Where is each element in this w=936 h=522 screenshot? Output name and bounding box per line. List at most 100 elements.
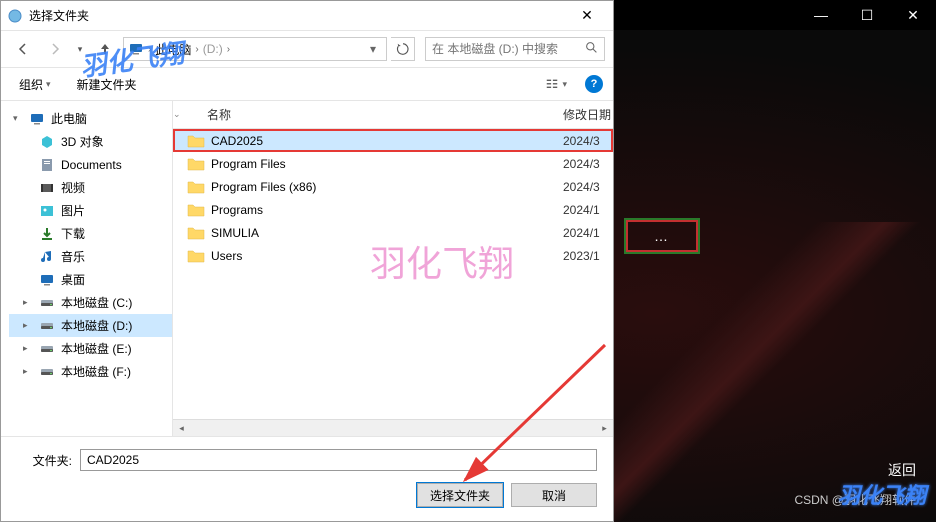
folder-date: 2024/3 bbox=[563, 180, 613, 194]
sidebar-item-10[interactable]: ▸ 本地磁盘 (F:) bbox=[9, 360, 172, 383]
file-list[interactable]: CAD20252024/3Program Files2024/3Program … bbox=[173, 129, 613, 419]
folder-date: 2024/3 bbox=[563, 134, 613, 148]
tree-item-label: 本地磁盘 (C:) bbox=[61, 294, 132, 311]
sidebar-item-4[interactable]: 下载 bbox=[9, 222, 172, 245]
breadcrumb-drive-partial[interactable]: (D:) bbox=[203, 42, 223, 56]
refresh-button[interactable] bbox=[391, 37, 415, 61]
tree-item-label: 桌面 bbox=[61, 271, 85, 288]
select-folder-button[interactable]: 选择文件夹 bbox=[417, 483, 503, 507]
toolbar: 组织 ▾ 新建文件夹 ▾ ? bbox=[1, 67, 613, 101]
search-input[interactable] bbox=[432, 42, 585, 56]
folder-row[interactable]: Users2023/1 bbox=[173, 244, 613, 267]
scroll-left-button[interactable]: ◂ bbox=[173, 420, 190, 437]
column-date[interactable]: 修改日期 bbox=[563, 106, 613, 123]
folder-name: Program Files bbox=[211, 157, 563, 171]
music-icon bbox=[39, 249, 55, 265]
folder-name-input[interactable] bbox=[80, 449, 597, 471]
folder-date: 2023/1 bbox=[563, 249, 613, 263]
tree-item-label: 3D 对象 bbox=[61, 133, 104, 150]
search-box[interactable] bbox=[425, 37, 605, 61]
sidebar-tree[interactable]: ▾ 此电脑 3D 对象 Documents 视频图片下载音乐桌面 ▸ 本地磁盘 (C:)… bbox=[1, 101, 173, 436]
organize-button[interactable]: 组织 ▾ bbox=[11, 72, 59, 97]
folder-name: Programs bbox=[211, 203, 563, 217]
column-headers[interactable]: ⌄ 名称 修改日期 bbox=[173, 101, 613, 129]
sidebar-item-8[interactable]: ▸ 本地磁盘 (D:) bbox=[9, 314, 172, 337]
browse-button[interactable]: … bbox=[626, 220, 698, 252]
tree-root-this-pc[interactable]: ▾ 此电脑 bbox=[9, 107, 172, 130]
scroll-right-button[interactable]: ▸ bbox=[596, 420, 613, 437]
nav-forward-button[interactable] bbox=[41, 35, 69, 63]
folder-picker-dialog: 选择文件夹 ✕ ▾ › 此电脑 › (D:) › ▾ 组织 ▾ 新建文件夹 ▾ … bbox=[0, 0, 614, 522]
tree-item-label: 本地磁盘 (F:) bbox=[61, 363, 131, 380]
address-dropdown-button[interactable]: ▾ bbox=[364, 42, 382, 56]
folder-date: 2024/3 bbox=[563, 157, 613, 171]
folder-date: 2024/1 bbox=[563, 203, 613, 217]
folder-row[interactable]: Program Files (x86)2024/3 bbox=[173, 175, 613, 198]
dialog-titlebar: 选择文件夹 ✕ bbox=[1, 1, 613, 31]
dl-icon bbox=[39, 226, 55, 242]
bg-maximize-button[interactable]: ☐ bbox=[844, 0, 890, 30]
folder-icon bbox=[187, 225, 205, 241]
dialog-title: 选择文件夹 bbox=[29, 7, 567, 24]
sidebar-item-1[interactable]: Documents bbox=[9, 153, 172, 176]
folder-name: SIMULIA bbox=[211, 226, 563, 240]
folder-date: 2024/1 bbox=[563, 226, 613, 240]
tree-item-label: 视频 bbox=[61, 179, 85, 196]
breadcrumb-pc[interactable]: 此电脑 bbox=[155, 41, 191, 58]
tree-item-label: Documents bbox=[61, 158, 122, 172]
sidebar-item-2[interactable]: 视频 bbox=[9, 176, 172, 199]
new-folder-button[interactable]: 新建文件夹 bbox=[69, 72, 145, 97]
sidebar-item-0[interactable]: 3D 对象 bbox=[9, 130, 172, 153]
tree-item-label: 下载 bbox=[61, 225, 85, 242]
search-icon bbox=[585, 41, 598, 57]
folder-row[interactable]: Program Files2024/3 bbox=[173, 152, 613, 175]
sidebar-item-6[interactable]: 桌面 bbox=[9, 268, 172, 291]
tree-item-label: 音乐 bbox=[61, 248, 85, 265]
dialog-footer: 文件夹: 选择文件夹 取消 bbox=[1, 436, 613, 521]
disk-icon bbox=[39, 318, 55, 334]
address-bar[interactable]: › 此电脑 › (D:) › ▾ bbox=[123, 37, 387, 61]
chevron-icon: ▸ bbox=[23, 297, 33, 308]
tree-item-label: 本地磁盘 (D:) bbox=[61, 317, 132, 334]
chevron-icon: ⌄ bbox=[173, 109, 187, 120]
help-button[interactable]: ? bbox=[585, 75, 603, 93]
return-label[interactable]: 返回 bbox=[888, 460, 916, 480]
pic-icon bbox=[39, 203, 55, 219]
cancel-button[interactable]: 取消 bbox=[511, 483, 597, 507]
bg-close-button[interactable]: ✕ bbox=[890, 0, 936, 30]
folder-row[interactable]: CAD20252024/3 bbox=[173, 129, 613, 152]
chevron-icon: ▸ bbox=[23, 320, 33, 331]
bg-minimize-button[interactable]: — bbox=[798, 0, 844, 30]
folder-icon bbox=[187, 156, 205, 172]
folder-name: CAD2025 bbox=[211, 134, 563, 148]
folder-row[interactable]: SIMULIA2024/1 bbox=[173, 221, 613, 244]
sidebar-item-7[interactable]: ▸ 本地磁盘 (C:) bbox=[9, 291, 172, 314]
dialog-close-button[interactable]: ✕ bbox=[567, 7, 607, 24]
doc-icon bbox=[39, 157, 55, 173]
disk-icon bbox=[39, 295, 55, 311]
column-name[interactable]: 名称 bbox=[187, 106, 563, 123]
scroll-track[interactable] bbox=[190, 420, 596, 437]
pc-icon bbox=[29, 111, 45, 127]
view-button[interactable]: ▾ bbox=[537, 73, 575, 95]
horizontal-scrollbar[interactable]: ◂ ▸ bbox=[173, 419, 613, 436]
disk-icon bbox=[39, 341, 55, 357]
sidebar-item-5[interactable]: 音乐 bbox=[9, 245, 172, 268]
chevron-right-icon: › bbox=[148, 44, 151, 55]
nav-up-button[interactable] bbox=[91, 35, 119, 63]
folder-icon bbox=[187, 248, 205, 264]
folder-icon bbox=[187, 179, 205, 195]
nav-back-button[interactable] bbox=[9, 35, 37, 63]
3d-icon bbox=[39, 134, 55, 150]
desk-icon bbox=[39, 272, 55, 288]
chevron-icon: ▸ bbox=[23, 366, 33, 377]
sidebar-item-9[interactable]: ▸本地磁盘 (E:) bbox=[9, 337, 172, 360]
pc-icon bbox=[128, 41, 144, 57]
tree-item-label: 本地磁盘 (E:) bbox=[61, 340, 132, 357]
app-icon bbox=[7, 8, 23, 24]
folder-name: Users bbox=[211, 249, 563, 263]
folder-row[interactable]: Programs2024/1 bbox=[173, 198, 613, 221]
sidebar-item-3[interactable]: 图片 bbox=[9, 199, 172, 222]
tree-item-label: 图片 bbox=[61, 202, 85, 219]
nav-history-button[interactable]: ▾ bbox=[73, 35, 87, 63]
